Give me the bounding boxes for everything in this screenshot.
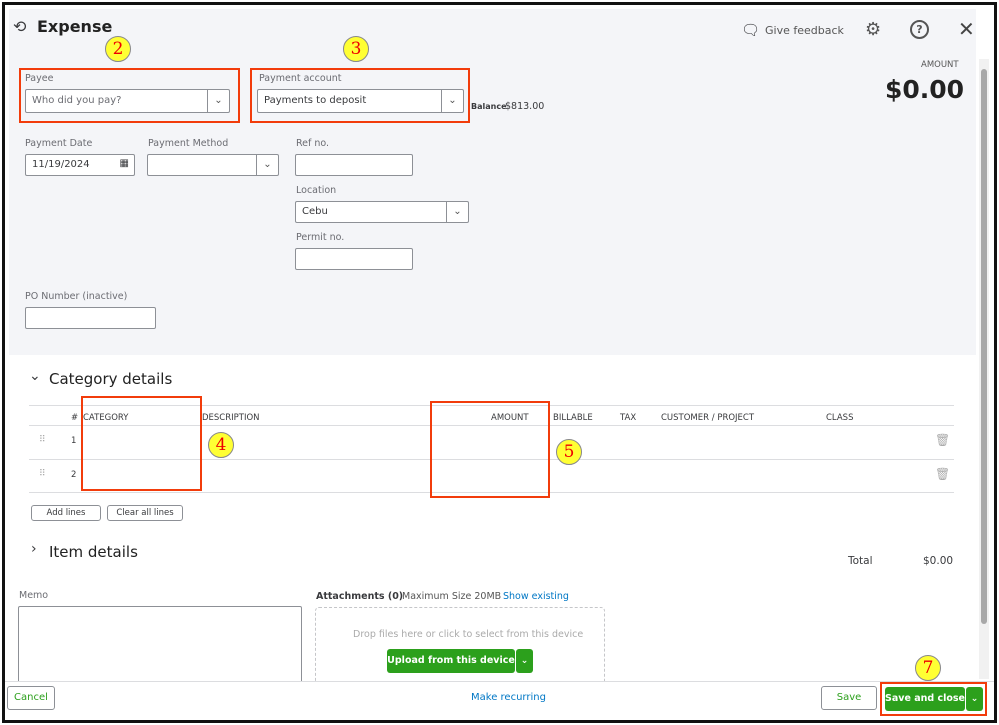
help-icon[interactable]: ?: [910, 20, 929, 39]
highlight-box: [81, 396, 202, 491]
annotation-badge: 7: [915, 655, 941, 681]
calendar-icon[interactable]: ▦: [120, 158, 129, 169]
history-icon[interactable]: ⟲: [13, 17, 26, 36]
po-number-input[interactable]: [25, 307, 156, 329]
balance-value: $813.00: [505, 101, 545, 112]
annotation-badge: 5: [556, 439, 582, 465]
annotation-badge: 2: [105, 36, 131, 62]
feedback-icon[interactable]: 🗨: [741, 21, 760, 39]
save-button[interactable]: Save: [821, 686, 877, 710]
attachments-label: Attachments (0): [316, 591, 404, 602]
highlight-box: [19, 68, 240, 123]
drop-text: Drop files here or click to select from …: [353, 629, 584, 640]
payment-method-label: Payment Method: [148, 138, 229, 149]
chevron-down-icon[interactable]: ⌄: [446, 202, 468, 222]
permit-no-label: Permit no.: [296, 232, 345, 243]
row-number: 2: [71, 470, 77, 480]
col-class: CLASS: [826, 413, 854, 423]
header-panel: [9, 9, 976, 355]
trash-icon[interactable]: 🗑: [935, 433, 950, 447]
page-title: Expense: [37, 17, 113, 36]
payment-date-input[interactable]: 11/19/2024 ▦: [25, 154, 135, 176]
total-value: $0.00: [923, 555, 954, 567]
payment-method-select[interactable]: ⌄: [147, 154, 279, 176]
annotation-badge: 4: [208, 432, 234, 458]
ref-no-input[interactable]: [295, 154, 413, 176]
scrollbar[interactable]: [979, 59, 989, 679]
location-label: Location: [296, 185, 337, 196]
annotation-badge: 3: [343, 36, 369, 62]
payment-date-value: 11/19/2024: [32, 159, 90, 170]
row-number: 1: [71, 436, 77, 446]
clear-all-lines-button[interactable]: Clear all lines: [107, 505, 183, 521]
highlight-box: [880, 682, 987, 716]
permit-no-input[interactable]: [295, 248, 413, 270]
drag-handle-icon[interactable]: ⠿: [39, 435, 46, 445]
chevron-down-icon[interactable]: ⌄: [256, 155, 278, 175]
show-existing-link[interactable]: Show existing: [503, 591, 569, 602]
ref-no-label: Ref no.: [296, 138, 330, 149]
col-billable: BILLABLE: [553, 413, 593, 423]
location-value: Cebu: [302, 206, 328, 217]
cancel-button[interactable]: Cancel: [7, 686, 55, 710]
category-details-title[interactable]: Category details: [49, 370, 172, 388]
location-select[interactable]: Cebu ⌄: [295, 201, 469, 223]
trash-icon[interactable]: 🗑: [935, 467, 950, 481]
upload-dropdown-button[interactable]: ⌄: [516, 649, 533, 673]
total-label: Total: [848, 555, 873, 567]
gear-icon[interactable]: ⚙: [865, 19, 881, 40]
amount-value: $0.00: [885, 75, 965, 104]
col-tax: TAX: [620, 413, 637, 423]
memo-label: Memo: [19, 590, 49, 601]
col-num: #: [71, 413, 79, 423]
balance-label: Balance: [471, 102, 507, 111]
amount-label: AMOUNT: [921, 60, 959, 70]
give-feedback-link[interactable]: Give feedback: [765, 24, 844, 37]
add-lines-button[interactable]: Add lines: [31, 505, 101, 521]
close-icon[interactable]: ✕: [958, 17, 975, 41]
chevron-right-icon[interactable]: ›: [31, 541, 37, 557]
drag-handle-icon[interactable]: ⠿: [39, 469, 46, 479]
po-number-label: PO Number (inactive): [25, 291, 128, 302]
item-details-title[interactable]: Item details: [49, 543, 138, 561]
memo-textarea[interactable]: [18, 606, 302, 686]
col-description: DESCRIPTION: [202, 413, 260, 423]
max-size-text: Maximum Size 20MB: [402, 591, 502, 602]
upload-button[interactable]: Upload from this device: [387, 649, 515, 673]
highlight-box: [250, 68, 470, 123]
chevron-down-icon[interactable]: ⌄: [29, 368, 41, 384]
attachment-dropzone[interactable]: [315, 607, 605, 687]
highlight-box: [430, 401, 550, 498]
make-recurring-link[interactable]: Make recurring: [471, 692, 546, 703]
col-customer-project: CUSTOMER / PROJECT: [661, 413, 755, 423]
payment-date-label: Payment Date: [25, 138, 93, 149]
expense-window: ⟲ Expense 🗨 Give feedback ⚙ ? ✕ AMOUNT $…: [2, 2, 997, 723]
scrollbar-thumb[interactable]: [981, 69, 987, 624]
